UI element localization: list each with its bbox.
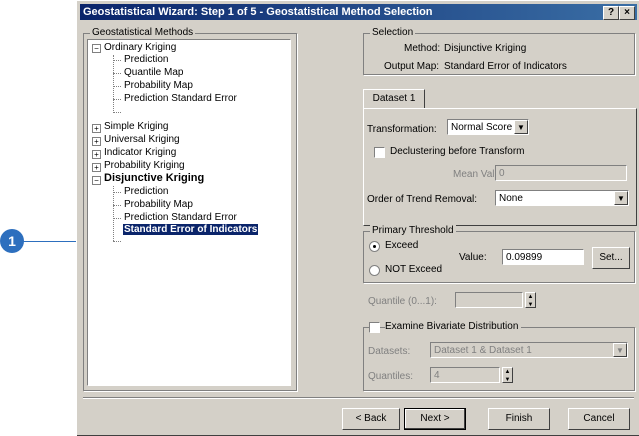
tree-line — [113, 99, 121, 100]
help-button[interactable]: ? — [603, 6, 619, 20]
output-map-label: Output Map: — [384, 61, 440, 72]
transformation-label: Transformation: — [367, 124, 437, 135]
tree-line — [113, 241, 121, 242]
not-exceed-radio[interactable] — [369, 265, 380, 276]
expand-icon[interactable]: + — [92, 150, 101, 159]
trend-removal-select[interactable]: None ▼ — [495, 190, 629, 206]
tree-item-quantile-map[interactable]: Quantile Map — [124, 67, 183, 78]
window-title: Geostatistical Wizard: Step 1 of 5 - Geo… — [83, 6, 433, 18]
mean-value-field[interactable]: 0 — [495, 165, 627, 181]
threshold-value-label: Value: — [459, 252, 487, 263]
tree-item-prediction[interactable]: Prediction — [124, 54, 168, 65]
methods-group-label: Geostatistical Methods — [90, 27, 196, 38]
quantile-label: Quantile (0...1): — [368, 296, 437, 307]
threshold-value-input[interactable]: 0.09899 — [502, 249, 584, 265]
tree-line — [113, 192, 121, 193]
expand-icon[interactable]: + — [92, 124, 101, 133]
bivariate-label: Examine Bivariate Distribution — [385, 321, 522, 332]
tree-line — [113, 55, 114, 113]
method-label: Method: — [404, 43, 441, 54]
tree-line — [113, 86, 121, 87]
datasets-value: Dataset 1 & Dataset 1 — [434, 345, 532, 356]
tree-item-standard-error-of-indicators[interactable]: Standard Error of Indicators — [123, 224, 259, 235]
tree-item-probability-map[interactable]: Probability Map — [124, 199, 193, 210]
tree-item-prediction[interactable]: Prediction — [124, 186, 168, 197]
collapse-icon[interactable]: − — [92, 176, 101, 185]
tree-item-indicator-kriging[interactable]: Indicator Kriging — [104, 147, 176, 158]
footer-separator — [83, 397, 634, 399]
chevron-down-icon[interactable]: ▼ — [614, 191, 628, 205]
tree-item-disjunctive-kriging[interactable]: Disjunctive Kriging — [104, 172, 204, 184]
primary-threshold-label: Primary Threshold — [370, 225, 456, 236]
datasets-label: Datasets: — [368, 346, 411, 357]
exceed-label: Exceed — [385, 240, 419, 251]
tree-line — [113, 112, 121, 113]
methods-tree[interactable]: − Ordinary Kriging Prediction Quantile M… — [87, 39, 291, 386]
tree-line — [113, 218, 121, 219]
exceed-radio[interactable] — [369, 241, 380, 252]
callout-number: 1 — [0, 229, 24, 253]
close-button[interactable]: × — [619, 6, 635, 20]
transformation-select[interactable]: Normal Score ▼ — [447, 119, 529, 135]
tree-item-probability-kriging[interactable]: Probability Kriging — [104, 160, 185, 171]
chevron-down-icon[interactable]: ▼ — [613, 343, 627, 357]
quantiles-label: Quantiles: — [368, 371, 414, 382]
title-bar: Geostatistical Wizard: Step 1 of 5 - Geo… — [80, 4, 637, 20]
trend-removal-value: None — [499, 193, 523, 204]
datasets-select[interactable]: Dataset 1 & Dataset 1 ▼ — [430, 342, 628, 358]
quantile-input[interactable] — [455, 292, 523, 308]
declustering-checkbox[interactable] — [374, 147, 385, 158]
tree-item-ordinary-kriging[interactable]: Ordinary Kriging — [104, 42, 176, 53]
output-map-value: Standard Error of Indicators — [444, 61, 567, 72]
tree-line — [113, 73, 121, 74]
trend-removal-label: Order of Trend Removal: — [367, 194, 478, 205]
quantiles-spinner[interactable]: ▲ ▼ — [502, 367, 513, 383]
tree-item-simple-kriging[interactable]: Simple Kriging — [104, 121, 168, 132]
finish-button[interactable]: Finish — [488, 408, 550, 430]
tree-line — [113, 205, 121, 206]
selection-group-label: Selection — [370, 27, 416, 38]
set-button[interactable]: Set... — [592, 247, 630, 269]
tree-item-prediction-standard-error[interactable]: Prediction Standard Error — [124, 93, 237, 104]
expand-icon[interactable]: + — [92, 137, 101, 146]
tab-dataset-1[interactable]: Dataset 1 — [363, 89, 425, 109]
tree-item-prediction-standard-error[interactable]: Prediction Standard Error — [124, 212, 237, 223]
expand-icon[interactable]: + — [92, 163, 101, 172]
quantiles-input[interactable]: 4 — [430, 367, 500, 383]
tree-item-universal-kriging[interactable]: Universal Kriging — [104, 134, 180, 145]
tree-line — [113, 60, 121, 61]
next-button[interactable]: Next > — [404, 408, 466, 430]
tree-line — [113, 186, 114, 241]
cancel-button[interactable]: Cancel — [568, 408, 630, 430]
tree-item-probability-map[interactable]: Probability Map — [124, 80, 193, 91]
declustering-label: Declustering before Transform — [390, 146, 525, 157]
bivariate-checkbox[interactable] — [369, 322, 380, 333]
chevron-down-icon[interactable]: ▼ — [514, 120, 528, 134]
transformation-value: Normal Score — [451, 122, 513, 133]
back-button[interactable]: < Back — [342, 408, 400, 430]
wizard-window: Geostatistical Wizard: Step 1 of 5 - Geo… — [76, 0, 639, 436]
collapse-icon[interactable]: − — [92, 44, 101, 53]
quantile-spinner[interactable]: ▲ ▼ — [525, 292, 536, 308]
method-value: Disjunctive Kriging — [444, 43, 527, 54]
not-exceed-label: NOT Exceed — [385, 264, 443, 275]
